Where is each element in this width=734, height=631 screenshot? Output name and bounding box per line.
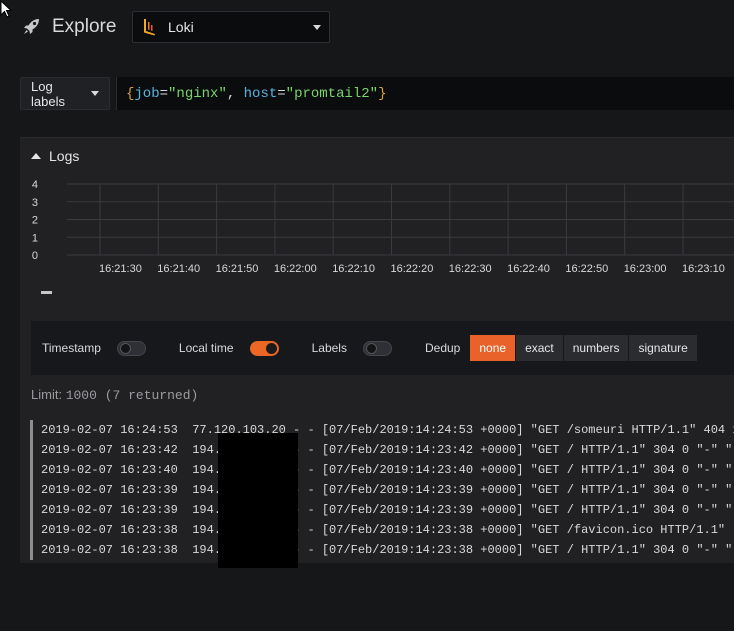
chart-x-tick-label: 16:22:20: [391, 263, 434, 275]
switch-knob: [119, 342, 131, 354]
logs-panel: Logs 4 3 2 1 0 16:21:30 16:21:40 16:21:50 16:22:…: [20, 137, 734, 563]
page-title: Explore: [52, 16, 117, 37]
log-timestamp: 2019-02-07 16:23:39: [41, 483, 178, 497]
datasource-name: Loki: [168, 19, 194, 35]
dedup-numbers-button[interactable]: numbers: [563, 335, 629, 361]
log-row[interactable]: 2019-02-07 16:23:42 194. - - [07/Feb/201…: [30, 440, 734, 460]
limit-info: Limit: 1000 (7 returned): [31, 387, 198, 403]
chart-x-tick-label: 16:21:40: [157, 263, 200, 275]
log-row[interactable]: 2019-02-07 16:23:38 194. - - [07/Feb/201…: [30, 540, 734, 560]
log-row[interactable]: 2019-02-07 16:23:40 194. - - [07/Feb/201…: [30, 460, 734, 480]
chart-x-tick-label: 16:22:00: [274, 263, 317, 275]
chart-x-tick-label: 16:23:00: [624, 263, 667, 275]
log-row[interactable]: 2019-02-07 16:23:39 194. - - [07/Feb/201…: [30, 500, 734, 520]
chart-x-tick-label: 16:22:50: [565, 263, 608, 275]
query-token: ,: [226, 85, 244, 102]
chart-y-tick-label: 1: [32, 232, 38, 244]
chart-x-tick-label: 16:22:40: [507, 263, 550, 275]
timestamp-label: Timestamp: [42, 341, 101, 355]
query-token: host: [243, 85, 278, 102]
dedup-label: Dedup: [424, 341, 461, 355]
switch-knob: [265, 342, 277, 354]
log-timestamp: 2019-02-07 16:24:53: [41, 423, 178, 437]
limit-value: 1000 (7 returned): [65, 388, 199, 403]
query-token: job: [134, 85, 160, 102]
chart-x-tick-label: 16:22:10: [332, 263, 375, 275]
chart-y-tick-label: 0: [32, 250, 38, 262]
dedup-exact-button[interactable]: exact: [516, 335, 563, 361]
limit-label: Limit:: [31, 387, 63, 402]
dedup-none-button[interactable]: none: [470, 335, 516, 361]
log-timestamp: 2019-02-07 16:23:39: [41, 503, 178, 517]
chart-y-tick-label: 2: [32, 215, 38, 227]
logs-volume-chart: 4 3 2 1 0 16:21:30 16:21:40 16:21:50 16:22:00 16:…: [32, 179, 734, 275]
chart-x-tick-label: 16:23:10: [682, 263, 725, 275]
chevron-down-icon: [91, 91, 99, 96]
legend-marker: [41, 291, 52, 294]
query-token: {: [126, 85, 135, 102]
log-labels-button[interactable]: Log labels: [20, 77, 110, 110]
labels-label: Labels: [311, 341, 347, 355]
dedup-signature-button[interactable]: signature: [629, 335, 697, 361]
log-timestamp: 2019-02-07 16:23:40: [41, 463, 178, 477]
panel-title: Logs: [49, 148, 80, 164]
log-options-bar: Timestamp Local time Labels Dedup none ex…: [31, 321, 734, 375]
log-timestamp: 2019-02-07 16:23:42: [41, 443, 178, 457]
log-timestamp: 2019-02-07 16:23:38: [41, 543, 178, 557]
labels-switch[interactable]: [362, 340, 392, 356]
chart-x-tick-label: 16:21:50: [216, 263, 259, 275]
query-token: }: [378, 85, 387, 102]
log-row[interactable]: 2019-02-07 16:23:38 194. - - [07/Feb/201…: [30, 520, 734, 540]
chart-y-tick-label: 3: [32, 197, 38, 209]
dedup-button-group: none exact numbers signature: [470, 335, 697, 361]
timestamp-switch[interactable]: [116, 340, 146, 356]
query-token: =: [277, 85, 286, 102]
log-labels-label: Log labels: [31, 78, 65, 109]
query-input[interactable]: {job = "nginx", host = "promtail2"}: [116, 77, 734, 110]
local-time-label: Local time: [178, 341, 234, 355]
chart-x-tick-label: 16:22:30: [449, 263, 492, 275]
loki-logo-icon: [144, 19, 155, 36]
log-timestamp: 2019-02-07 16:23:38: [41, 523, 178, 537]
switch-knob: [365, 342, 377, 354]
query-token: "nginx": [168, 85, 227, 102]
chart-x-tick-label: 16:21:30: [99, 263, 142, 275]
log-row[interactable]: 2019-02-07 16:24:53 77.120.103.20 - - [0…: [30, 420, 734, 440]
log-list: 2019-02-07 16:24:53 77.120.103.20 - - [0…: [30, 420, 734, 560]
logs-panel-toggle[interactable]: Logs: [31, 148, 79, 164]
mouse-cursor-icon: [0, 0, 12, 18]
collapse-up-icon: [31, 153, 41, 159]
chart-y-tick-label: 4: [32, 179, 38, 191]
log-row[interactable]: 2019-02-07 16:23:39 194. - - [07/Feb/201…: [30, 480, 734, 500]
datasource-picker[interactable]: Loki: [132, 11, 330, 43]
chevron-down-icon: [313, 24, 321, 30]
query-token: =: [159, 85, 169, 102]
query-token: "promtail2": [285, 85, 379, 102]
rocket-icon: [24, 19, 39, 34]
redaction-box: [218, 433, 298, 568]
local-time-switch[interactable]: [249, 340, 279, 356]
